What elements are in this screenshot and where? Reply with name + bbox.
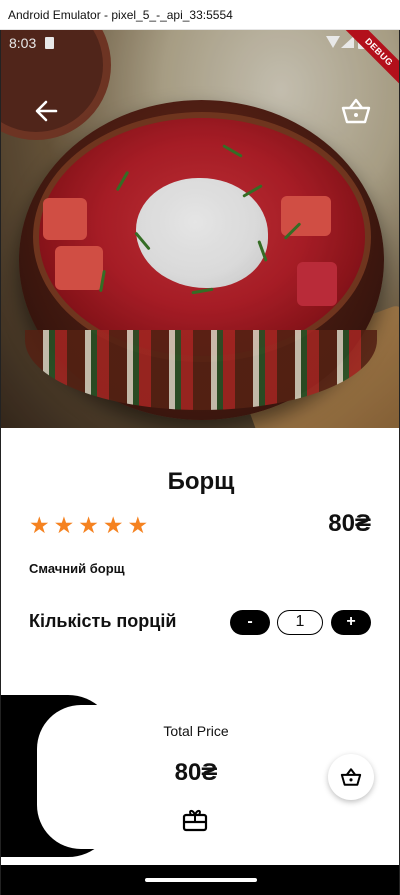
decrease-quantity-button[interactable]: - (230, 610, 270, 635)
sim-card-icon (45, 37, 54, 49)
dish-price: 80₴ (328, 510, 371, 537)
star-icon: ★ (127, 512, 149, 538)
star-icon: ★ (78, 512, 99, 538)
star-icon: ★ (102, 512, 124, 538)
star-icon: ★ (53, 512, 75, 538)
rating-stars: ★ ★ ★ ★ ★ (29, 512, 148, 538)
window-title: Android Emulator - pixel_5_-_api_33:5554 (0, 0, 400, 30)
dish-title: Борщ (167, 468, 235, 495)
star-icon: ★ (29, 512, 50, 538)
status-bar: 8:03 (1, 30, 399, 56)
system-nav-bar (1, 865, 399, 895)
wifi-icon (326, 36, 340, 48)
app-frame: Android Emulator - pixel_5_-_api_33:5554 (0, 0, 400, 895)
signal-icon (341, 36, 354, 48)
gift-card-button[interactable] (182, 808, 208, 832)
quantity-label: Кількість порцій (29, 611, 177, 631)
dish-image: 8:03 DEBUG (1, 30, 399, 428)
device-screen: 8:03 DEBUG Борщ ★ ★ ★ ★ ★ 80₴ Смачний бо… (0, 30, 400, 895)
total-price-label: Total Price (163, 723, 229, 739)
gift-card-icon (182, 809, 208, 832)
status-time: 8:03 (9, 35, 37, 51)
basket-icon (340, 768, 362, 786)
increase-quantity-button[interactable]: + (331, 610, 371, 635)
gesture-handle[interactable] (145, 878, 257, 882)
quantity-value: 1 (277, 610, 323, 635)
basket-icon (341, 98, 371, 124)
cart-button-top[interactable] (339, 96, 373, 126)
add-to-cart-button[interactable] (328, 754, 374, 800)
back-button[interactable] (31, 96, 61, 126)
arrow-back-icon (35, 100, 58, 122)
dish-description: Смачний борщ (29, 561, 125, 576)
